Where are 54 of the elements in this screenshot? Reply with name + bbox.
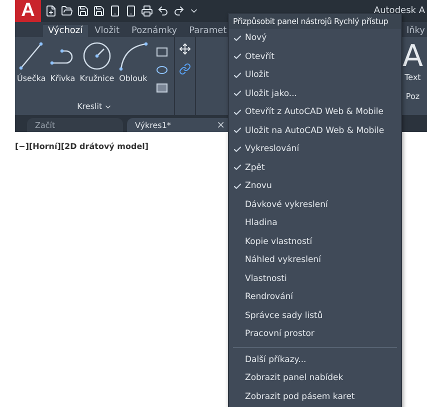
menu-item[interactable]: Nový bbox=[229, 29, 401, 48]
link-icon[interactable] bbox=[179, 63, 192, 75]
undo-icon[interactable] bbox=[157, 5, 169, 17]
save-as-icon[interactable] bbox=[93, 5, 105, 17]
rectangle-icon[interactable] bbox=[156, 47, 168, 57]
menu-item[interactable]: Otevřít bbox=[229, 48, 401, 66]
menu-title: Přizpůsobit panel nástrojů Rychlý přístup bbox=[229, 14, 401, 29]
menu-item[interactable]: Znovu bbox=[229, 177, 401, 196]
ribbon-tab[interactable]: lňky bbox=[404, 25, 427, 37]
window-title: Autodesk A bbox=[374, 6, 426, 16]
menu-item[interactable]: Pracovní prostor bbox=[229, 325, 401, 344]
app-logo[interactable]: A bbox=[15, 0, 41, 22]
menu-item[interactable]: Náhled vykreslení bbox=[229, 251, 401, 270]
tool-label[interactable]: Úsečka bbox=[17, 74, 46, 83]
menu-item[interactable]: Správce sady listů bbox=[229, 306, 401, 325]
menu-item[interactable]: Zobrazit panel nabídek bbox=[229, 369, 401, 388]
menu-item[interactable]: Rendrování bbox=[229, 288, 401, 306]
menu-item[interactable]: Další příkazy... bbox=[229, 350, 401, 369]
menu-item[interactable]: Uložit jako... bbox=[229, 84, 401, 103]
folder-icon[interactable] bbox=[61, 5, 73, 17]
tool-label[interactable]: Text bbox=[404, 73, 421, 82]
hatch-icon[interactable] bbox=[156, 83, 168, 93]
ribbon-tab[interactable]: Poznámky bbox=[126, 25, 182, 37]
panel-title[interactable]: Kreslit bbox=[77, 102, 102, 111]
viewport-label[interactable]: [−][Horní][2D drátový model] bbox=[15, 142, 149, 151]
text-tool-glyph[interactable]: A bbox=[402, 41, 423, 73]
redo-icon[interactable] bbox=[173, 5, 185, 17]
tool-label[interactable]: Křivka bbox=[50, 74, 76, 83]
ribbon-tab[interactable]: Výchozí bbox=[43, 25, 88, 37]
tool-label[interactable]: Kružnice bbox=[80, 74, 114, 83]
phone-icon[interactable] bbox=[109, 5, 121, 17]
menu-item[interactable]: Vlastnosti bbox=[229, 270, 401, 288]
ribbon-tab[interactable]: Vložit bbox=[90, 25, 125, 37]
ellipse-icon[interactable] bbox=[156, 65, 168, 75]
menu-item[interactable]: Vykreslování bbox=[229, 140, 401, 158]
save-icon[interactable] bbox=[77, 5, 89, 17]
close-icon[interactable]: × bbox=[216, 120, 225, 130]
phone-icon[interactable] bbox=[125, 5, 137, 17]
menu-item[interactable]: Kopie vlastností bbox=[229, 232, 401, 251]
new-icon[interactable] bbox=[45, 5, 57, 17]
menu-item[interactable]: Hladina bbox=[229, 214, 401, 232]
arc-icon bbox=[118, 41, 148, 71]
line-icon bbox=[18, 41, 44, 71]
file-tab[interactable]: Začít bbox=[27, 118, 123, 132]
menu-item[interactable]: Zpět bbox=[229, 158, 401, 177]
circle-icon bbox=[82, 41, 112, 71]
ribbon-tab[interactable]: Paramet bbox=[184, 25, 232, 37]
panel-title: Poz bbox=[406, 92, 420, 101]
menu-item[interactable]: Uložit bbox=[229, 66, 401, 84]
menu-item[interactable]: Zobrazit pod pásem karet bbox=[229, 388, 401, 406]
tool-label[interactable]: Oblouk bbox=[119, 74, 148, 83]
printer-icon[interactable] bbox=[141, 5, 153, 17]
move-icon[interactable] bbox=[179, 43, 192, 55]
menu-item[interactable]: Dávkové vykreslení bbox=[229, 196, 401, 214]
